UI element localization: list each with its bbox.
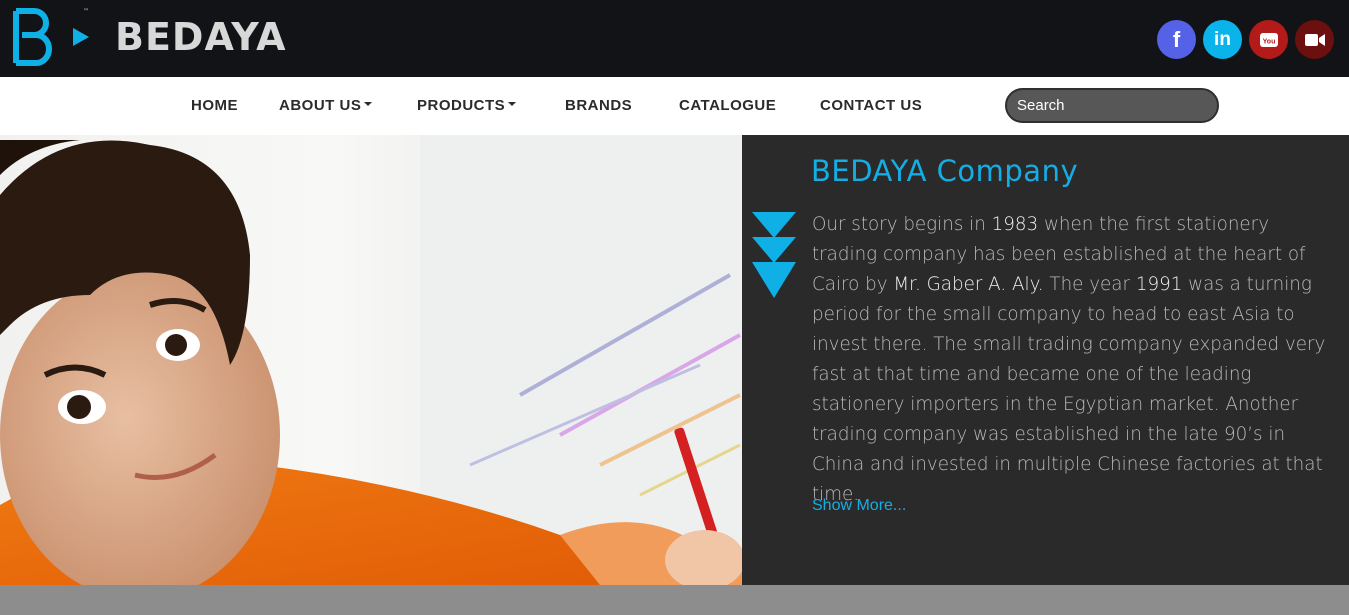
about-title: BEDAYA Company — [811, 154, 1079, 188]
top-header: ™ BEDAYA f in You — [0, 0, 1349, 77]
trademark: ™ — [83, 8, 89, 15]
triple-chevron-down-icon — [752, 212, 796, 298]
caret-down-icon — [508, 102, 517, 107]
hero-image-child-drawing — [0, 135, 742, 585]
nav-products[interactable]: PRODUCTS — [417, 97, 517, 114]
social-links: f in You — [1157, 20, 1334, 59]
bedaya-logo[interactable] — [12, 8, 54, 68]
svg-text:You: You — [1262, 38, 1275, 45]
nav-about-label: ABOUT US — [279, 97, 362, 114]
about-paragraph: Our story begins in 1983 when the first … — [812, 210, 1337, 510]
nav-brands[interactable]: BRANDS — [565, 97, 632, 114]
nav-home[interactable]: HOME — [191, 97, 238, 114]
facebook-icon[interactable]: f — [1157, 20, 1196, 59]
caret-down-icon — [364, 102, 373, 107]
nav-about-us[interactable]: ABOUT US — [279, 97, 373, 114]
brand-name[interactable]: BEDAYA — [115, 15, 287, 59]
nav-catalogue[interactable]: CATALOGUE — [679, 97, 776, 114]
year-1991: 1991 — [1135, 274, 1183, 295]
nav-products-label: PRODUCTS — [417, 97, 506, 114]
show-more-link[interactable]: Show More... — [812, 497, 906, 515]
video-camera-icon[interactable] — [1295, 20, 1334, 59]
bottom-band — [0, 585, 1349, 615]
play-icon — [73, 28, 89, 46]
logo-b-icon — [13, 8, 52, 66]
year-1983: 1983 — [991, 214, 1039, 235]
youtube-icon[interactable]: You — [1249, 20, 1288, 59]
text-segment: Our story begins in — [812, 214, 992, 235]
main-nav: HOME ABOUT US PRODUCTS BRANDS CATALOGUE … — [0, 77, 1349, 135]
founder-name: Mr. Gaber A. Aly. — [893, 274, 1044, 295]
text-segment: The year — [1043, 274, 1136, 295]
nav-contact-us[interactable]: CONTACT US — [820, 97, 922, 114]
linkedin-icon[interactable]: in — [1203, 20, 1242, 59]
text-segment: was a turning period for the small compa… — [812, 274, 1326, 505]
search-input[interactable] — [1005, 88, 1219, 123]
child-illustration — [0, 135, 742, 585]
